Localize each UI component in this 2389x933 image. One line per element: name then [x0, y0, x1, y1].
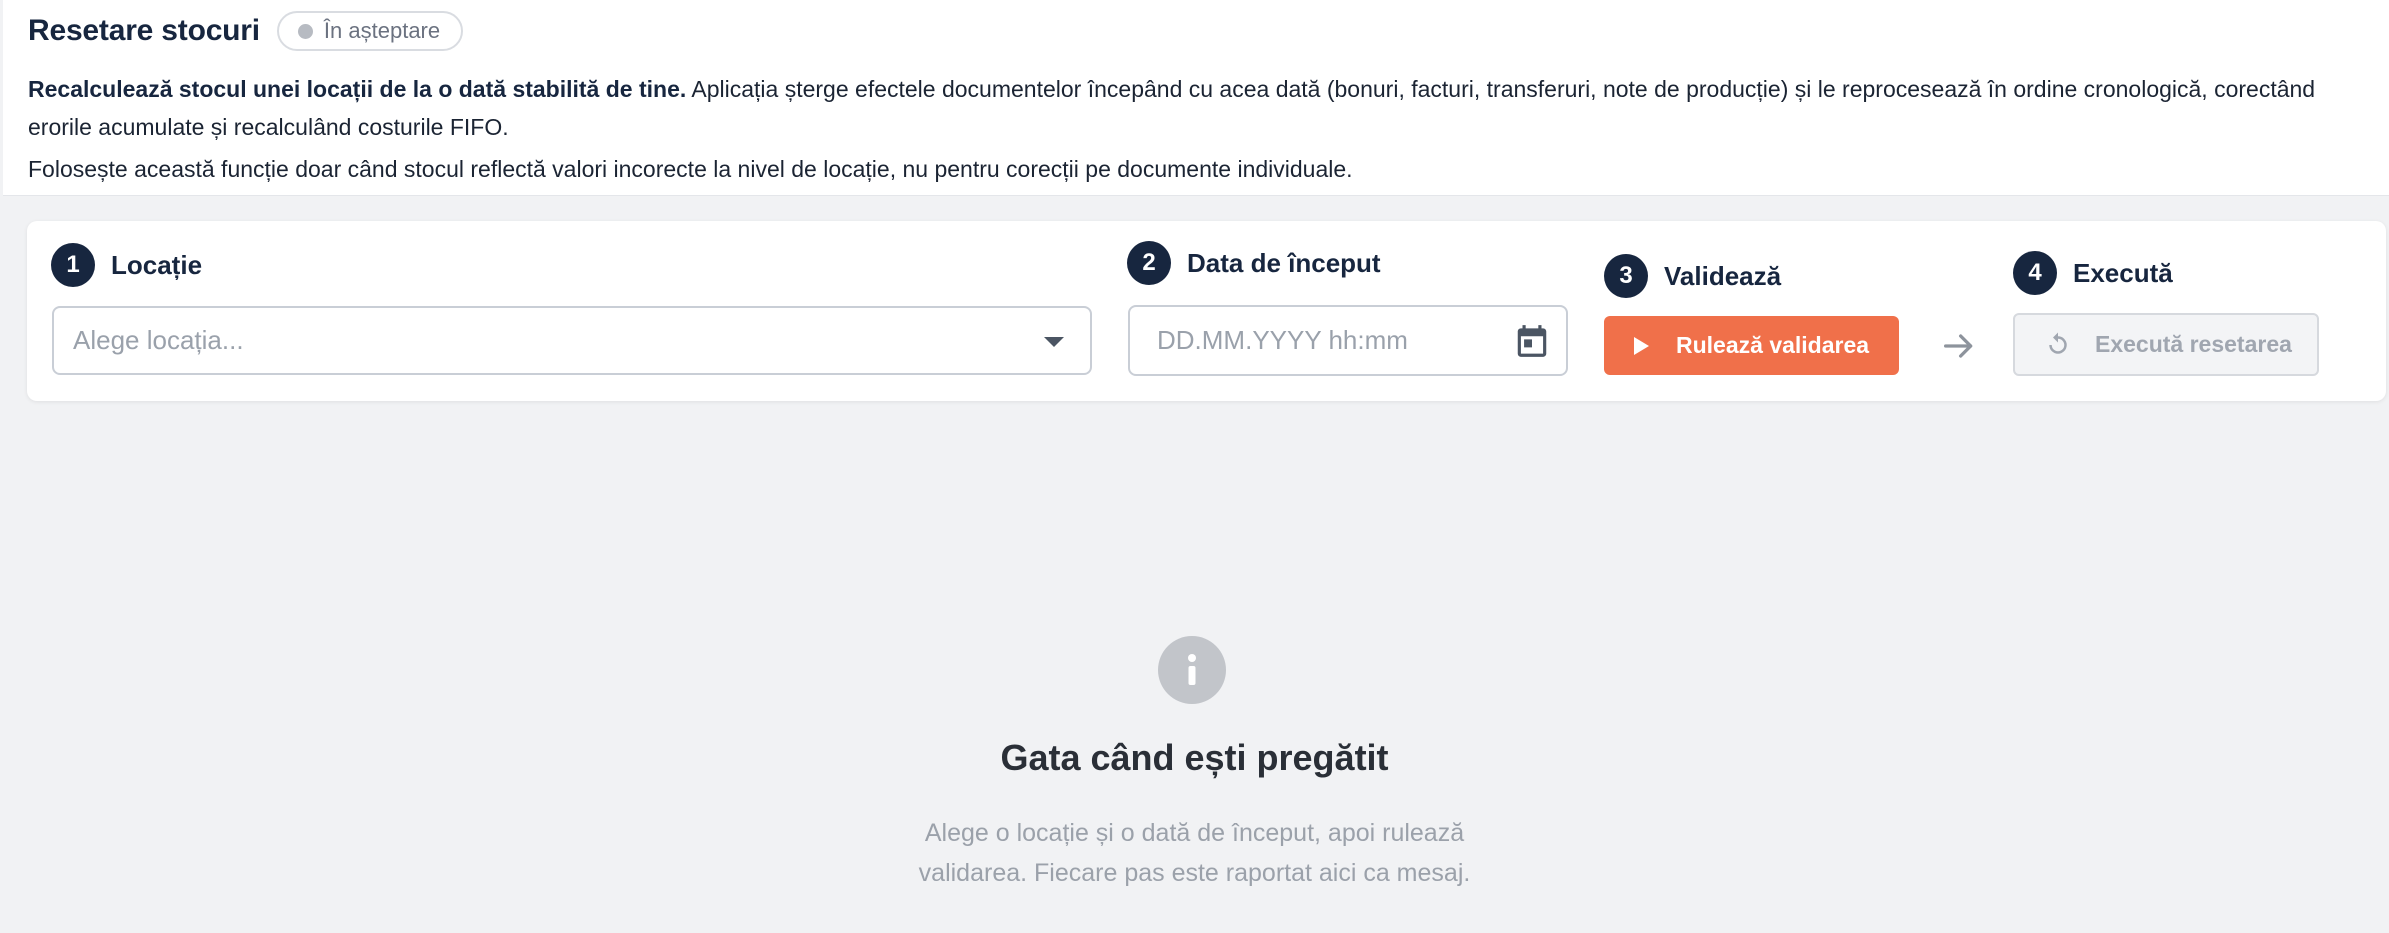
- step-number: 4: [2013, 251, 2057, 295]
- step-validate: 3 Validează: [1604, 254, 1781, 298]
- empty-state-title: Gata când ești pregătit: [1000, 737, 1389, 778]
- empty-state-text: Alege o locație și o dată de început, ap…: [0, 813, 2389, 893]
- step-label: Locație: [111, 249, 203, 280]
- step-execute: 4 Execută: [2013, 251, 2173, 295]
- reset-icon: [2049, 332, 2067, 354]
- status-dot-icon: [297, 23, 313, 39]
- status-badge: În așteptare: [276, 11, 464, 51]
- reset-wizard: 1 Locație Alege locația... 2 Data de înc…: [27, 221, 2386, 401]
- arrow-right-icon: [1944, 334, 1973, 358]
- run-validation-button[interactable]: Rulează validarea: [1604, 316, 1899, 375]
- empty-state-line: Alege o locație și o dată de început, ap…: [924, 819, 1465, 847]
- run-validation-label: Rulează validarea: [1676, 332, 1870, 358]
- play-icon: [1634, 336, 1649, 355]
- stock-reset-page: Resetare stocuri În așteptare Recalculea…: [0, 0, 2389, 933]
- status-label: În așteptare: [323, 18, 441, 43]
- page-title: Resetare stocuri: [28, 14, 260, 47]
- date-placeholder: DD.MM.YYYY hh:mm: [1157, 325, 1408, 355]
- step-number: 1: [51, 243, 95, 287]
- title-row: Resetare stocuri În așteptare: [28, 10, 2389, 52]
- empty-state-line: validarea. Fiecare pas este raportat aic…: [918, 859, 1471, 887]
- step-start-date: 2 Data de început: [1127, 241, 1381, 285]
- step-number: 3: [1604, 254, 1648, 298]
- page-description: Recalculează stocul unei locații de la o…: [28, 70, 2358, 146]
- step-location: 1 Locație: [51, 243, 202, 287]
- location-placeholder: Alege locația...: [73, 325, 244, 355]
- description-bold: Recalculează stocul unei locații de la o…: [28, 76, 687, 102]
- step-number: 2: [1127, 241, 1171, 285]
- usage-note: Folosește această funcție doar când stoc…: [28, 156, 1353, 182]
- location-select[interactable]: Alege locația...: [52, 306, 1092, 375]
- page-header: Resetare stocuri În așteptare Recalculea…: [3, 0, 2389, 196]
- step-label: Execută: [2073, 257, 2173, 288]
- step-label: Data de început: [1187, 247, 1381, 278]
- chevron-down-icon: [1044, 337, 1064, 347]
- info-icon: [1158, 636, 1226, 704]
- step-label: Validează: [1664, 260, 1782, 291]
- start-date-input[interactable]: DD.MM.YYYY hh:mm: [1128, 305, 1568, 376]
- execute-reset-button[interactable]: Execută resetarea: [2013, 313, 2319, 376]
- calendar-icon[interactable]: [1513, 322, 1551, 360]
- execute-reset-label: Execută resetarea: [2095, 331, 2292, 357]
